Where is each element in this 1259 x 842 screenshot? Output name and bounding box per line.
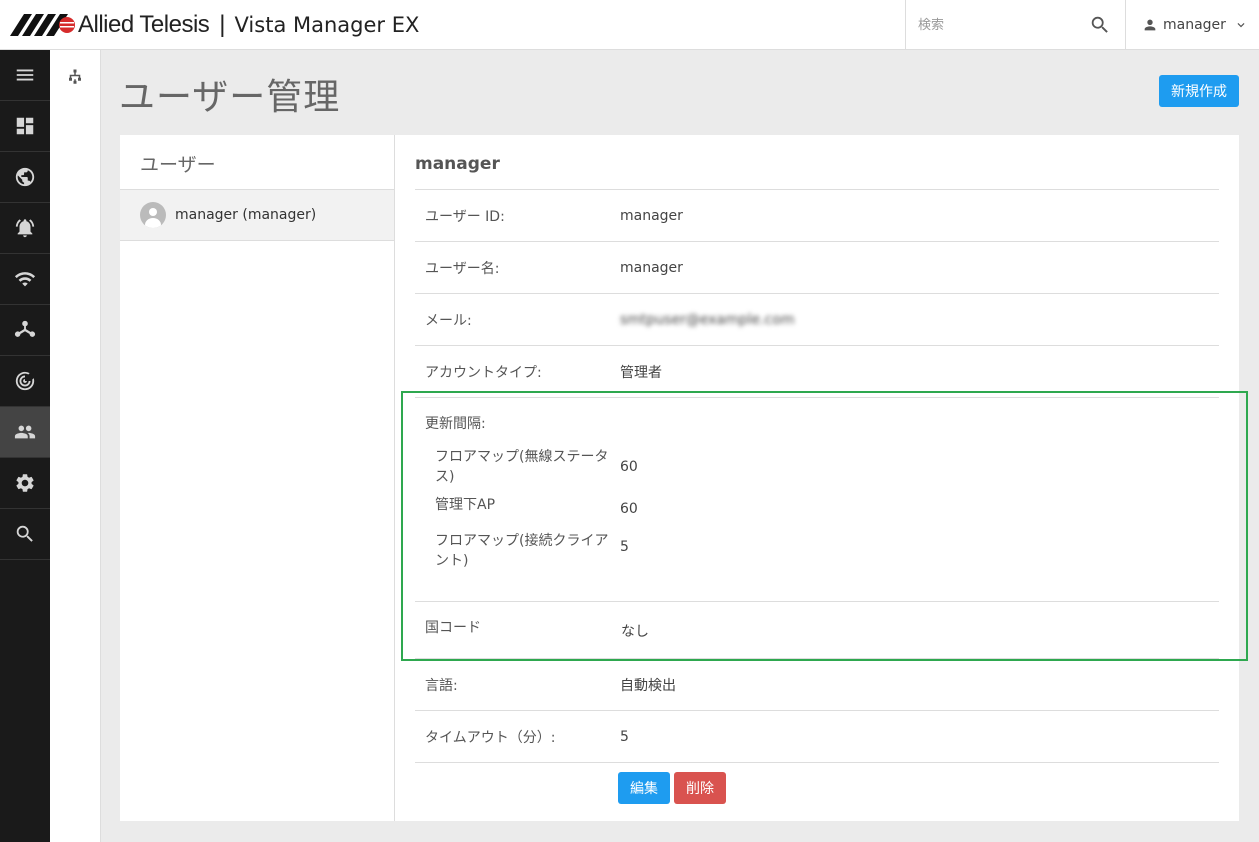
refresh-floormap-wireless-value: 60 [620,459,638,475]
users-icon [14,425,36,439]
wifi-icon [14,272,36,287]
user-detail: manager ユーザー ID: manager ユーザー名: manager … [415,135,1219,804]
timeout-label: タイムアウト（分）: [425,729,556,746]
user-list-column: ユーザー manager (manager) [120,135,395,821]
refresh-floormap-clients-value: 5 [620,539,629,555]
sidebar-item-alarms[interactable] [0,203,50,254]
country-code-value: なし [621,624,649,640]
detail-actions: 編集 削除 [415,763,1219,804]
language-value: 自動検出 [620,677,676,694]
country-code-row: 国コード なし [415,602,1219,659]
main-sidebar [0,50,50,842]
sidebar-item-users[interactable] [0,407,50,458]
user-list-item-label: manager (manager) [175,207,317,223]
user-menu[interactable]: manager [1125,0,1259,50]
refresh-managed-ap-row: 管理下AP 60 [415,497,1219,517]
language-label: 言語: [425,677,458,694]
account-type-row: アカウントタイプ: 管理者 [415,346,1219,398]
global-search [905,0,1125,50]
avatar [140,202,166,228]
user-list-item[interactable]: manager (manager) [120,190,394,241]
globe-icon [15,167,35,187]
secondary-sidebar [50,50,101,842]
sidebar-item-radar[interactable] [0,356,50,407]
sidebar-item-dashboard[interactable] [0,101,50,152]
sidebar-item-settings[interactable] [0,458,50,509]
refresh-managed-ap-value: 60 [620,501,638,517]
sidebar-item-globe[interactable] [0,152,50,203]
refresh-floormap-clients-label: フロアマップ(接続クライアント) [435,533,609,569]
sidebar-item-menu[interactable] [0,50,50,101]
brand-logo[interactable]: Allied Telesis | Vista Manager EX [10,10,419,40]
refresh-interval-label: 更新間隔: [425,416,486,432]
user-id-value: manager [620,207,683,224]
user-id-label: ユーザー ID: [425,208,505,225]
user-menu-label: manager [1163,17,1226,33]
search-input[interactable] [918,14,1078,36]
user-list-heading: ユーザー [120,135,394,190]
title-separator: | [219,11,226,38]
email-row: メール: smtpuser@example.com [415,294,1219,346]
menu-icon [16,69,34,81]
chevron-down-icon [1237,23,1245,28]
refresh-floormap-wireless-row: フロアマップ(無線ステータス) 60 [415,447,1219,487]
refresh-interval-group: 更新間隔: フロアマップ(無線ステータス) 60 管理下AP 60 フロアマップ… [415,398,1219,602]
account-type-value: 管理者 [620,364,662,381]
gear-icon [16,474,34,492]
user-management-panel: ユーザー manager (manager) manager ユーザー ID: … [120,135,1239,821]
refresh-floormap-wireless-label: フロアマップ(無線ステータス) [435,449,609,485]
user-name-label: ユーザー名: [425,260,500,277]
sidebar-item-search[interactable] [0,509,50,560]
dashboard-icon [16,117,34,135]
email-value: smtpuser@example.com [620,311,795,328]
search-icon[interactable] [1089,14,1111,36]
user-name-value: manager [620,259,683,276]
refresh-managed-ap-label: 管理下AP [435,497,496,513]
sidebar-item-topology[interactable] [0,305,50,356]
top-bar: Allied Telesis | Vista Manager EX manage… [0,0,1259,50]
email-label: メール: [425,312,472,329]
radar-icon [15,371,35,391]
sidebar-item-wireless[interactable] [0,254,50,305]
timeout-value: 5 [620,728,629,745]
account-type-label: アカウントタイプ: [425,364,542,381]
allied-telesis-logo-icon [10,14,75,36]
sitemap-icon[interactable] [66,68,84,86]
topology-icon [14,320,36,337]
person-icon [1144,19,1156,31]
search-icon [16,525,33,542]
new-user-button[interactable]: 新規作成 [1159,75,1239,107]
user-name-row: ユーザー名: manager [415,242,1219,294]
detail-title: manager [415,135,1219,190]
language-row: 言語: 自動検出 [415,659,1219,711]
app-title: Vista Manager EX [234,13,420,37]
edit-button[interactable]: 編集 [618,772,670,804]
country-code-label: 国コード [425,620,481,636]
timeout-row: タイムアウト（分）: 5 [415,711,1219,763]
page-title: ユーザー管理 [119,77,341,118]
refresh-floormap-clients-row: フロアマップ(接続クライアント) 5 [415,531,1219,571]
brand-name: Allied Telesis [78,11,210,38]
alarm-bell-icon [15,219,35,238]
delete-button[interactable]: 削除 [674,772,726,804]
user-id-row: ユーザー ID: manager [415,190,1219,242]
